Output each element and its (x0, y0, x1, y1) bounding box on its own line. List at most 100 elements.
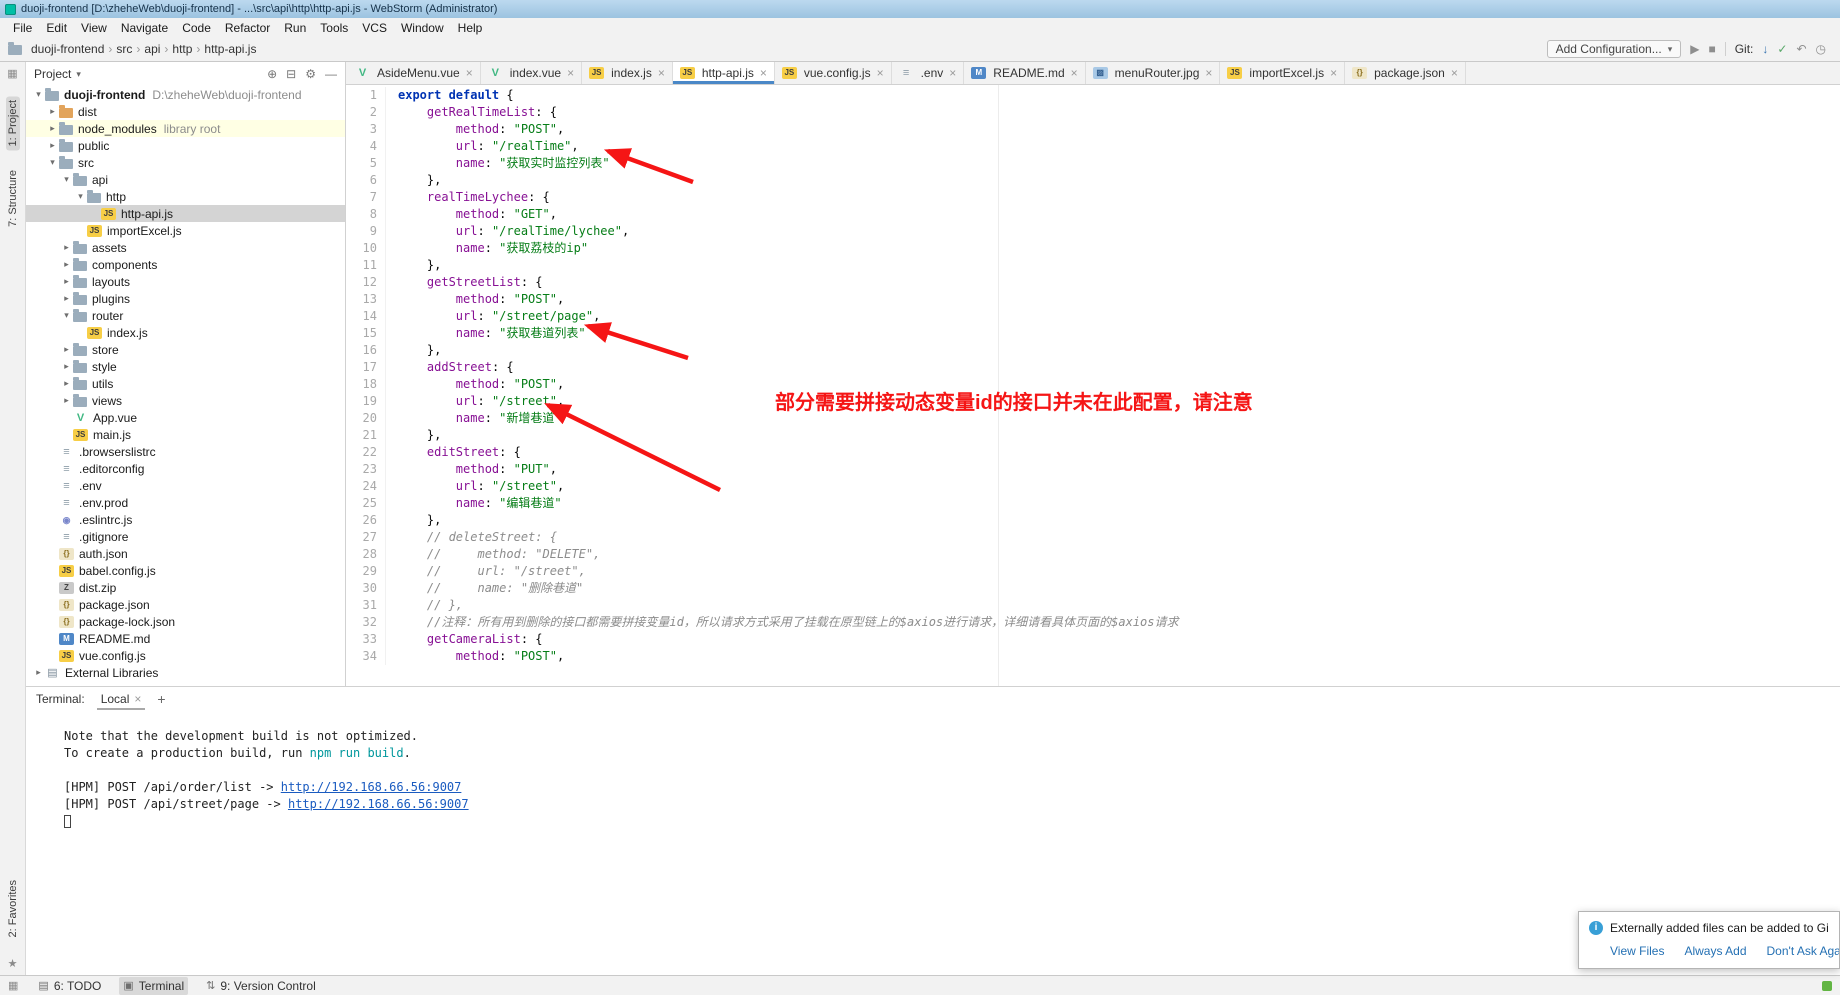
tree-item-env-prod[interactable]: ≡.env.prod (26, 494, 345, 511)
line-number[interactable]: 9 (346, 223, 386, 240)
tree-item-utils[interactable]: ▸utils (26, 375, 345, 392)
close-tab-icon[interactable]: × (1451, 66, 1458, 80)
add-configuration-button[interactable]: Add Configuration... ▾ (1547, 40, 1682, 58)
code-line[interactable]: 1export default { (346, 87, 1840, 104)
code-line[interactable]: 17 addStreet: { (346, 359, 1840, 376)
git-commit-icon[interactable]: ✓ (1777, 42, 1787, 56)
chevron-right-icon[interactable]: ▸ (46, 106, 59, 117)
tree-item-index-js[interactable]: JSindex.js (26, 324, 345, 341)
tree-item-node-modules[interactable]: ▸node_moduleslibrary root (26, 120, 345, 137)
tree-item-package-json[interactable]: {}package.json (26, 596, 345, 613)
editor-tab-readme-md[interactable]: MREADME.md× (964, 62, 1085, 84)
line-number[interactable]: 11 (346, 257, 386, 274)
tree-item-readme-md[interactable]: MREADME.md (26, 630, 345, 647)
chevron-right-icon[interactable]: ▸ (46, 140, 59, 151)
editor-tab-vue-config-js[interactable]: JSvue.config.js× (775, 62, 892, 84)
tree-item-main-js[interactable]: JSmain.js (26, 426, 345, 443)
line-number[interactable]: 6 (346, 172, 386, 189)
chevron-right-icon[interactable]: ▸ (32, 667, 45, 678)
tree-item-vue-config-js[interactable]: JSvue.config.js (26, 647, 345, 664)
breadcrumb-http[interactable]: http (169, 42, 195, 56)
tree-item-editorconfig[interactable]: ≡.editorconfig (26, 460, 345, 477)
editor-tab-importexcel-js[interactable]: JSimportExcel.js× (1220, 62, 1345, 84)
tree-item-router[interactable]: ▾router (26, 307, 345, 324)
tree-item-components[interactable]: ▸components (26, 256, 345, 273)
tree-item-env[interactable]: ≡.env (26, 477, 345, 494)
history-icon[interactable]: ◷ (1816, 42, 1826, 56)
code-line[interactable]: 30 // name: "删除巷道" (346, 580, 1840, 597)
locate-file-icon[interactable]: ⊕ (267, 67, 277, 81)
breadcrumb-duoji-frontend[interactable]: duoji-frontend (28, 42, 107, 56)
close-tab-icon[interactable]: × (466, 66, 473, 80)
gear-icon[interactable]: ⚙ (305, 67, 316, 81)
code-line[interactable]: 27 // deleteStreet: { (346, 529, 1840, 546)
tree-item-dist-zip[interactable]: Zdist.zip (26, 579, 345, 596)
code-line[interactable]: 4 url: "/realTime", (346, 138, 1840, 155)
close-terminal-icon[interactable]: × (134, 692, 141, 706)
line-number[interactable]: 1 (346, 87, 386, 104)
code-line[interactable]: 23 method: "PUT", (346, 461, 1840, 478)
tree-item-store[interactable]: ▸store (26, 341, 345, 358)
line-number[interactable]: 3 (346, 121, 386, 138)
code-line[interactable]: 24 url: "/street", (346, 478, 1840, 495)
code-line[interactable]: 2 getRealTimeList: { (346, 104, 1840, 121)
tree-item-views[interactable]: ▸views (26, 392, 345, 409)
chevron-down-icon[interactable]: ▾ (60, 310, 73, 321)
tree-item-babel-config-js[interactable]: JSbabel.config.js (26, 562, 345, 579)
tree-item-importexcel-js[interactable]: JSimportExcel.js (26, 222, 345, 239)
line-number[interactable]: 18 (346, 376, 386, 393)
chevron-right-icon[interactable]: ▸ (60, 395, 73, 406)
line-number[interactable]: 25 (346, 495, 386, 512)
code-line[interactable]: 32 //注释：所有用到删除的接口都需要拼接变量id，所以请求方式采用了挂载在原… (346, 614, 1840, 631)
chevron-right-icon[interactable]: ▸ (60, 276, 73, 287)
project-tool-button[interactable]: 1: Project (6, 96, 20, 150)
close-tab-icon[interactable]: × (658, 66, 665, 80)
code-line[interactable]: 11 }, (346, 257, 1840, 274)
new-terminal-button[interactable]: + (157, 691, 165, 707)
code-line[interactable]: 14 url: "/street/page", (346, 308, 1840, 325)
tree-item-external-libraries[interactable]: ▸▤External Libraries (26, 664, 345, 681)
close-tab-icon[interactable]: × (1071, 66, 1078, 80)
tool-window-switcher-icon[interactable]: ▦ (8, 979, 18, 992)
line-number[interactable]: 16 (346, 342, 386, 359)
run-icon[interactable]: ▶ (1690, 42, 1699, 56)
line-number[interactable]: 12 (346, 274, 386, 291)
code-line[interactable]: 16 }, (346, 342, 1840, 359)
tree-item-gitignore[interactable]: ≡.gitignore (26, 528, 345, 545)
line-number[interactable]: 5 (346, 155, 386, 172)
line-number[interactable]: 17 (346, 359, 386, 376)
code-line[interactable]: 33 getCameraList: { (346, 631, 1840, 648)
menu-edit[interactable]: Edit (39, 21, 74, 35)
code-line[interactable]: 31 // }, (346, 597, 1840, 614)
line-number[interactable]: 32 (346, 614, 386, 631)
project-panel-title[interactable]: Project (34, 67, 71, 81)
tree-item-package-lock-json[interactable]: {}package-lock.json (26, 613, 345, 630)
code-line[interactable]: 26 }, (346, 512, 1840, 529)
editor-tab-env[interactable]: ≡.env× (892, 62, 965, 84)
line-number[interactable]: 34 (346, 648, 386, 665)
tree-item-plugins[interactable]: ▸plugins (26, 290, 345, 307)
line-number[interactable]: 24 (346, 478, 386, 495)
line-number[interactable]: 23 (346, 461, 386, 478)
tree-item-api[interactable]: ▾api (26, 171, 345, 188)
breadcrumb-src[interactable]: src (113, 42, 135, 56)
line-number[interactable]: 10 (346, 240, 386, 257)
line-number[interactable]: 22 (346, 444, 386, 461)
statusbar-6-todo[interactable]: ▤6: TODO (34, 977, 105, 995)
editor-tab-http-api-js[interactable]: JShttp-api.js× (673, 62, 775, 84)
line-number[interactable]: 27 (346, 529, 386, 546)
editor-tab-package-json[interactable]: {}package.json× (1345, 62, 1466, 84)
code-line[interactable]: 6 }, (346, 172, 1840, 189)
chevron-right-icon[interactable]: ▸ (60, 361, 73, 372)
menu-tools[interactable]: Tools (313, 21, 355, 35)
line-number[interactable]: 31 (346, 597, 386, 614)
line-number[interactable]: 29 (346, 563, 386, 580)
tree-item-public[interactable]: ▸public (26, 137, 345, 154)
stop-icon[interactable]: ■ (1708, 42, 1715, 56)
code-line[interactable]: 25 name: "编辑巷道" (346, 495, 1840, 512)
tree-item-assets[interactable]: ▸assets (26, 239, 345, 256)
menu-window[interactable]: Window (394, 21, 451, 35)
code-line[interactable]: 13 method: "POST", (346, 291, 1840, 308)
menu-code[interactable]: Code (175, 21, 218, 35)
chevron-down-icon[interactable]: ▾ (46, 157, 59, 168)
